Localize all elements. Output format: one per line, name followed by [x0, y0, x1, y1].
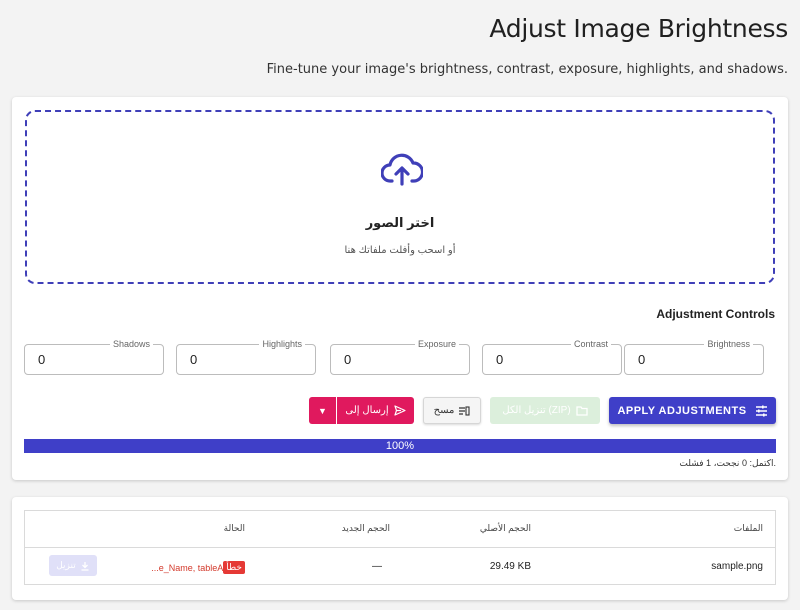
download-button[interactable]: تنزيل: [49, 555, 97, 576]
sliders-icon: [755, 405, 767, 416]
exposure-field: Exposure: [330, 338, 470, 375]
cell-status: ...e_Name, tableA خطأ: [151, 561, 245, 574]
page-title: Adjust Image Brightness: [489, 14, 788, 43]
page-subtitle: Fine-tune your image's brightness, contr…: [266, 62, 788, 77]
highlights-input[interactable]: [190, 352, 300, 367]
error-badge: خطأ: [223, 561, 245, 574]
shadows-field: Shadows: [24, 338, 164, 375]
apply-adjustments-label: APPLY ADJUSTMENTS: [617, 404, 747, 417]
brightness-label: Brightness: [704, 338, 753, 350]
caret-down-icon: ▼: [318, 405, 327, 416]
contrast-label: Contrast: [570, 338, 611, 350]
brightness-field: Brightness: [624, 338, 764, 375]
clear-list-icon: [459, 405, 470, 416]
highlights-label: Highlights: [259, 338, 305, 350]
send-to-dropdown-button[interactable]: ▼: [309, 397, 336, 424]
dropzone-title: اختر الصور: [365, 215, 435, 230]
clear-label: مسح: [433, 405, 455, 416]
upload-dropzone[interactable]: اختر الصور أو اسحب وأفلت ملفاتك هنا: [25, 110, 775, 284]
header-files: الملفات: [733, 523, 763, 533]
table-header: الملفات الحجم الأصلي الحجم الجديد الحالة: [25, 511, 775, 548]
download-label: تنزيل: [56, 560, 76, 570]
send-icon: [394, 405, 406, 416]
download-icon: [81, 561, 89, 571]
dropzone-hint: أو اسحب وأفلت ملفاتك هنا: [344, 245, 456, 256]
highlights-field: Highlights: [176, 338, 316, 375]
download-zip-button[interactable]: تنزيل الكل (ZIP): [490, 397, 600, 424]
shadows-input[interactable]: [38, 352, 148, 367]
header-status: الحالة: [223, 523, 245, 533]
progress-label: 100%: [385, 440, 415, 452]
contrast-field: Contrast: [482, 338, 622, 375]
error-message: ...e_Name, tableA: [151, 562, 224, 573]
cell-new-size: —: [372, 561, 382, 572]
brightness-input[interactable]: [638, 352, 748, 367]
download-zip-label: تنزيل الكل (ZIP): [502, 405, 571, 416]
cell-original-size: 29.49 KB: [489, 561, 531, 572]
apply-adjustments-button[interactable]: APPLY ADJUSTMENTS: [609, 397, 776, 424]
progress-bar: 100%: [24, 439, 776, 453]
send-to-label: إرسال إلى: [345, 405, 389, 416]
header-new-size: الحجم الجديد: [341, 523, 390, 533]
results-card: الملفات الحجم الأصلي الحجم الجديد الحالة…: [12, 497, 788, 600]
clear-button[interactable]: مسح: [423, 397, 481, 424]
main-card: اختر الصور أو اسحب وأفلت ملفاتك هنا Adju…: [12, 97, 788, 480]
adjustment-controls-title: Adjustment Controls: [656, 307, 775, 321]
folder-icon: [576, 405, 588, 416]
cell-file-name: sample.png: [711, 561, 763, 572]
exposure-label: Exposure: [414, 338, 459, 350]
process-status: اكتمل: 0 نجحت، 1 فشلت.: [679, 458, 776, 468]
send-to-button[interactable]: إرسال إلى: [337, 397, 414, 424]
results-table: الملفات الحجم الأصلي الحجم الجديد الحالة…: [24, 510, 776, 585]
shadows-label: Shadows: [109, 338, 153, 350]
exposure-input[interactable]: [344, 352, 454, 367]
header-original-size: الحجم الأصلي: [479, 523, 531, 533]
cloud-upload-icon: [381, 153, 423, 186]
contrast-input[interactable]: [496, 352, 606, 367]
